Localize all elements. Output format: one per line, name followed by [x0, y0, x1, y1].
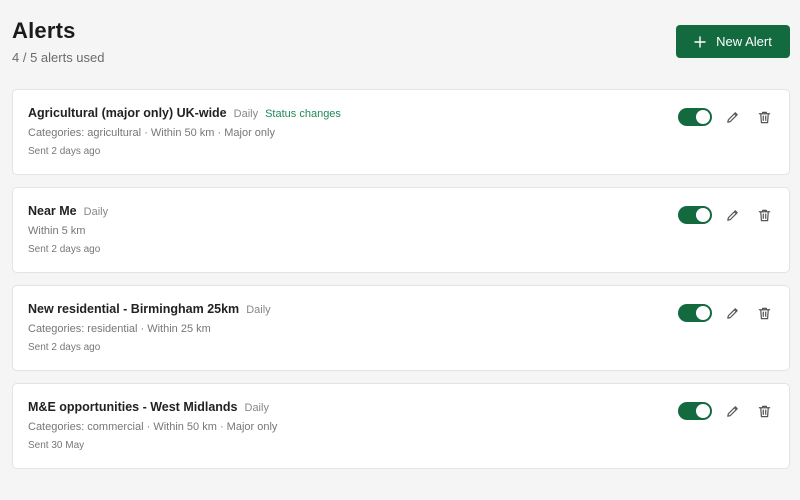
alert-enabled-toggle[interactable]: [678, 304, 712, 322]
alert-title-row: Agricultural (major only) UK-wide Daily St…: [28, 106, 341, 120]
alert-card: M&E opportunities - West Midlands Daily Ca…: [12, 383, 790, 469]
page-title: Alerts: [12, 18, 76, 43]
alert-last-sent: Sent 2 days ago: [28, 342, 101, 353]
alert-actions: [678, 108, 772, 126]
plus-icon: [694, 35, 706, 48]
pencil-icon[interactable]: [724, 305, 740, 321]
alert-details: Categories: residential · Within 25 km: [28, 323, 211, 335]
pencil-icon[interactable]: [724, 109, 740, 125]
alert-frequency: Daily: [244, 402, 269, 414]
toggle-knob: [696, 404, 710, 418]
toggle-knob: [696, 110, 710, 124]
alert-info: M&E opportunities - West Midlands Daily Ca…: [28, 400, 277, 451]
alert-info: New residential - Birmingham 25km Daily Ca…: [28, 302, 271, 353]
alert-info: Near Me Daily Within 5 km Sent 2 days ago: [28, 204, 108, 255]
alert-card: Agricultural (major only) UK-wide Daily St…: [12, 89, 790, 175]
new-alert-button[interactable]: New Alert: [676, 25, 790, 58]
alert-actions: [678, 402, 772, 420]
alert-card: New residential - Birmingham 25km Daily Ca…: [12, 285, 790, 371]
trash-icon[interactable]: [756, 207, 772, 223]
alert-name: M&E opportunities - West Midlands: [28, 400, 238, 414]
alerts-page: Alerts 4 / 5 alerts used New Alert Agric…: [0, 0, 800, 500]
alert-enabled-toggle[interactable]: [678, 206, 712, 224]
alert-actions: [678, 206, 772, 224]
alert-last-sent: Sent 2 days ago: [28, 244, 101, 255]
alert-list: Agricultural (major only) UK-wide Daily St…: [12, 89, 790, 481]
alert-frequency: Daily: [83, 206, 109, 218]
pencil-icon[interactable]: [724, 403, 740, 419]
alert-title-row: Near Me Daily: [28, 204, 108, 218]
page-header: Alerts 4 / 5 alerts used: [12, 18, 105, 65]
toggle-knob: [696, 208, 710, 222]
alert-name: Near Me: [28, 204, 77, 218]
alert-details: Within 5 km: [28, 225, 86, 237]
trash-icon[interactable]: [756, 305, 772, 321]
alert-details: Categories: agricultural · Within 50 km …: [28, 127, 275, 139]
alert-card: Near Me Daily Within 5 km Sent 2 days ago: [12, 187, 790, 273]
new-alert-label: New Alert: [716, 34, 772, 49]
alert-status-changes-tag: Status changes: [265, 108, 341, 120]
alert-enabled-toggle[interactable]: [678, 402, 712, 420]
trash-icon[interactable]: [756, 403, 772, 419]
alert-enabled-toggle[interactable]: [678, 108, 712, 126]
alert-frequency: Daily: [246, 304, 271, 316]
pencil-icon[interactable]: [724, 207, 740, 223]
alert-last-sent: Sent 2 days ago: [28, 146, 101, 157]
toggle-knob: [696, 306, 710, 320]
alert-details: Categories: commercial · Within 50 km · …: [28, 421, 278, 433]
alert-title-row: New residential - Birmingham 25km Daily: [28, 302, 271, 316]
alerts-usage-count: 4 / 5 alerts used: [12, 50, 105, 65]
trash-icon[interactable]: [756, 109, 772, 125]
alert-title-row: M&E opportunities - West Midlands Daily: [28, 400, 277, 414]
alert-last-sent: Sent 30 May: [28, 440, 85, 451]
alert-info: Agricultural (major only) UK-wide Daily St…: [28, 106, 341, 157]
alert-name: New residential - Birmingham 25km: [28, 302, 240, 316]
alert-actions: [678, 304, 772, 322]
alert-name: Agricultural (major only) UK-wide: [28, 106, 227, 120]
alert-frequency: Daily: [233, 108, 259, 120]
